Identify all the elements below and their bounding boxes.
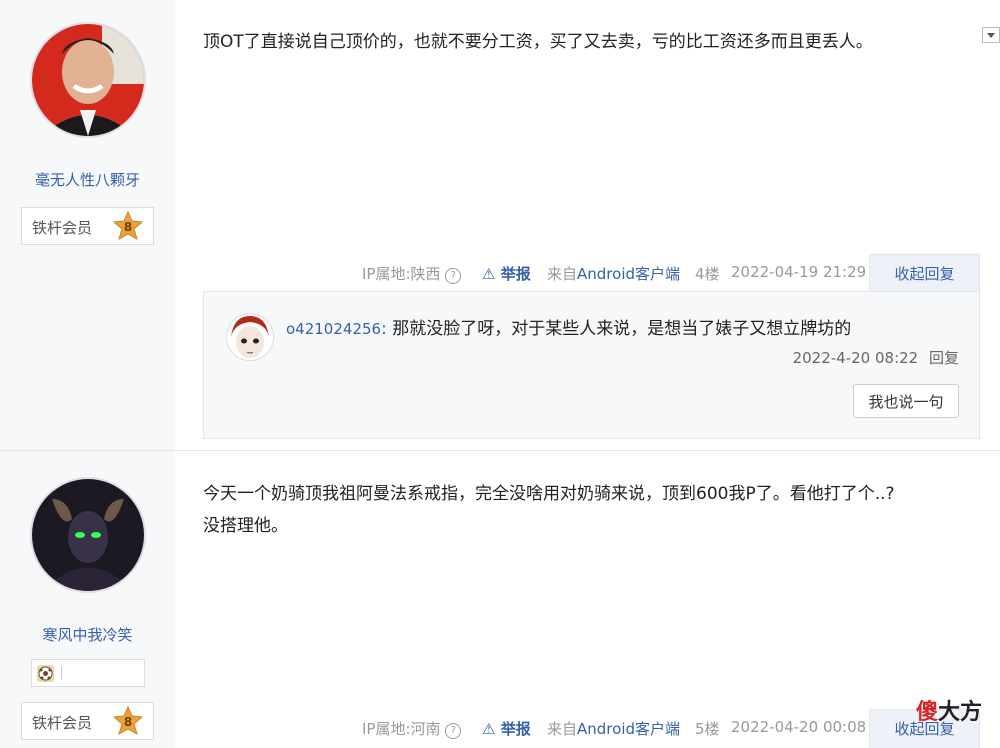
post-content-line: 今天一个奶骑顶我祖阿曼法系戒指，完全没啥用对奶骑来说，顶到600我P了。看他打了… [203,484,895,504]
member-label: 铁杆会员 [32,219,93,237]
post-tail: IP属地:河南 ? ⚠ 举报 来自Android客户端 5楼 2022-04-2… [360,708,870,746]
reply-box: o421024256: 那就没脸了呀，对于某些人来说，是想当了婊子又想立牌坊的 … [203,291,980,439]
warning-icon: ⚠ [482,265,496,283]
reply-text: 那就没脸了呀，对于某些人来说，是想当了婊子又想立牌坊的 [392,319,852,339]
post-time: 2022-04-19 21:29 [731,263,867,281]
floor-number: 5楼 [695,720,720,738]
report-link[interactable]: ⚠ 举报 [482,718,531,739]
warning-icon: ⚠ [482,720,496,738]
reply-time: 2022-4-20 08:22 [792,349,919,367]
author-sidebar: 寒风中我冷笑 铁杆会员 8 [0,451,175,748]
avatar[interactable] [30,22,146,138]
member-badge[interactable]: 铁杆会员 8 [21,702,154,740]
client-source: 来自Android客户端 [547,265,681,283]
client-source: 来自Android客户端 [547,720,681,738]
post-floor-4: 毫无人性八颗牙 铁杆会员 8 顶OT了直接说自己顶价的，也就不要分工资，买了又去… [0,0,1000,451]
username[interactable]: 毫无人性八颗牙 [0,169,175,190]
question-icon[interactable]: ? [445,268,462,284]
level-number: 8 [124,715,132,729]
reply-author[interactable]: o421024256 [286,320,381,338]
post-tail: IP属地:陕西 ? ⚠ 举报 来自Android客户端 4楼 2022-04-1… [360,253,870,291]
client-link[interactable]: Android客户端 [577,265,680,283]
reply-meta: 2022-4-20 08:22 回复 [793,347,959,368]
client-link[interactable]: Android客户端 [577,720,680,738]
say-something-button[interactable]: 我也说一句 [853,384,959,418]
level-star-icon: 8 [112,705,144,740]
divider [61,666,62,680]
reply-line: o421024256: 那就没脸了呀，对于某些人来说，是想当了婊子又想立牌坊的 [286,319,852,339]
reply-avatar[interactable] [226,313,274,361]
reply-link[interactable]: 回复 [929,349,959,367]
avatar[interactable] [30,477,146,593]
report-link[interactable]: ⚠ 举报 [482,263,531,284]
post-content: 顶OT了直接说自己顶价的，也就不要分工资，买了又去卖，亏的比工资还多而且更丢人。 [203,32,873,52]
post-content-line: 没搭理他。 [203,516,288,536]
watermark: 傻大方 [915,700,982,725]
football-icon[interactable] [37,665,54,682]
author-sidebar: 毫无人性八颗牙 铁杆会员 8 [0,0,175,450]
ip-location: IP属地:陕西 ? [362,263,462,284]
post-menu-dropdown-icon[interactable] [982,27,1000,43]
question-icon[interactable]: ? [445,723,462,739]
level-number: 8 [124,220,132,234]
post-content: 今天一个奶骑顶我祖阿曼法系戒指，完全没啥用对奶骑来说，顶到600我P了。看他打了… [203,478,895,542]
username[interactable]: 寒风中我冷笑 [0,624,175,645]
post-floor-5: 寒风中我冷笑 铁杆会员 8 今天一个奶骑顶我祖阿曼法系戒指，完全没啥用对奶骑来说… [0,451,1000,748]
ip-location: IP属地:河南 ? [362,718,462,739]
member-label: 铁杆会员 [32,714,93,732]
member-badge[interactable]: 铁杆会员 8 [21,207,154,245]
post-time: 2022-04-20 00:08 [731,718,867,736]
floor-number: 4楼 [695,265,720,283]
medal-bar [31,659,145,687]
collapse-replies-button[interactable]: 收起回复 [869,254,980,292]
level-star-icon: 8 [112,210,144,245]
